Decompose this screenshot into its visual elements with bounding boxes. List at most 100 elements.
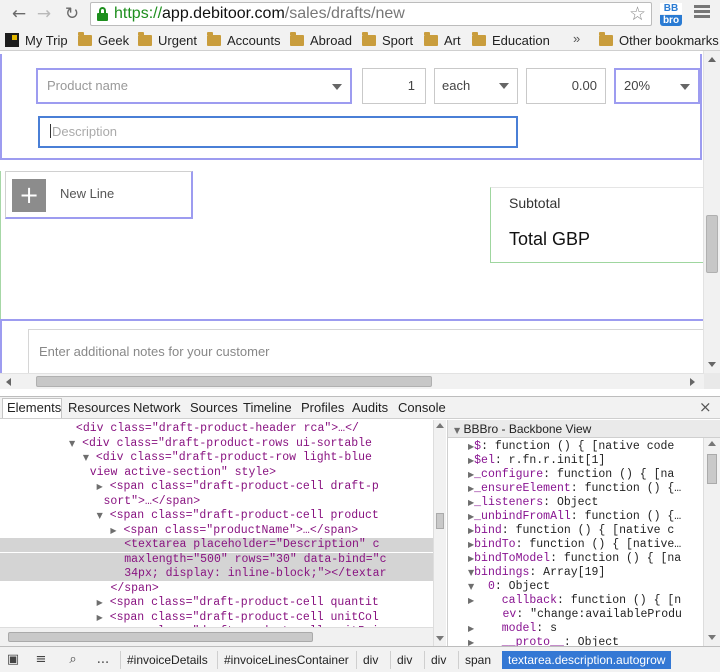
dom-node-line[interactable]: ▶ <span class="productName">…</span> [0, 524, 433, 538]
breadcrumb-item[interactable]: #invoiceDetails [120, 651, 214, 669]
dom-node-markup: <span class="draft-product-cell quantit [109, 596, 379, 609]
scroll-right-arrow-icon[interactable] [690, 378, 695, 386]
dom-node-line[interactable]: ▶ <span class="draft-product-cell unitCo… [0, 611, 433, 625]
reload-icon[interactable]: ↻ [61, 3, 83, 25]
scroll-left-arrow-icon[interactable] [6, 378, 11, 386]
close-icon[interactable]: × [699, 398, 712, 416]
dom-node-line[interactable]: ▶ <span class="draft-product-cell quanti… [0, 596, 433, 610]
breadcrumb-item-active[interactable]: textarea.description.autogrow [502, 651, 672, 669]
bookmark-star-icon[interactable]: ☆ [629, 3, 646, 25]
bookmark-folder-education[interactable]: Education [472, 32, 550, 49]
tab-profiles[interactable]: Profiles [301, 400, 344, 416]
dom-node-line[interactable]: view active-section" style> [0, 466, 433, 480]
notes-textarea[interactable]: Enter additional notes for your customer [28, 329, 704, 373]
quantity-input[interactable]: 1 [362, 68, 426, 104]
dom-node-line[interactable]: ▼ <div class="draft-product-rows ui-sort… [0, 437, 433, 451]
dock-icon[interactable]: ▣ [2, 651, 24, 669]
dom-node-markup: view active-section" style> [89, 465, 277, 479]
unit-price-input[interactable]: 0.00 [526, 68, 606, 104]
scroll-down-arrow-icon[interactable] [708, 635, 716, 640]
dom-node-line[interactable]: sort">…</span> [0, 495, 433, 509]
bookmark-folder-accounts[interactable]: Accounts [207, 32, 280, 49]
page-vertical-scrollbar[interactable] [703, 51, 720, 373]
breadcrumb-more[interactable]: ... [92, 651, 114, 669]
breadcrumb-item[interactable]: span [458, 651, 497, 669]
scroll-up-arrow-icon[interactable] [708, 441, 716, 446]
bookmark-folder-geek[interactable]: Geek [78, 32, 129, 49]
scroll-thumb[interactable] [36, 376, 432, 387]
breadcrumb-item[interactable]: #invoiceLinesContainer [217, 651, 355, 669]
scroll-thumb[interactable] [436, 513, 444, 529]
dom-node-line[interactable]: ▼ <span class="draft-product-cell produc… [0, 509, 433, 523]
dom-node-line[interactable]: maxlength="500" rows="30" data-bind="c [0, 552, 433, 567]
property-line[interactable]: ev: "change:availableProdu [468, 608, 682, 622]
url-text[interactable]: https://app.debitoor.com/sales/drafts/ne… [114, 5, 405, 23]
property-line[interactable]: ▼bindings: Array[19] [468, 566, 605, 580]
bookmark-folder-abroad[interactable]: Abroad [290, 32, 352, 49]
property-line[interactable]: ▶ __proto__: Object [468, 636, 619, 646]
scroll-down-arrow-icon[interactable] [436, 636, 444, 641]
vat-rate-select[interactable]: 20% [614, 68, 700, 104]
bookmark-folder-art[interactable]: Art [424, 32, 461, 49]
scroll-thumb[interactable] [8, 632, 313, 642]
page-horizontal-scrollbar[interactable] [0, 373, 720, 389]
bookmark-folder-sport[interactable]: Sport [362, 32, 413, 49]
dom-tree-horizontal-scrollbar[interactable] [0, 627, 433, 646]
address-bar[interactable]: https://app.debitoor.com/sales/drafts/ne… [90, 2, 652, 26]
scroll-down-arrow-icon[interactable] [708, 362, 716, 367]
search-icon[interactable]: ⌕ [62, 651, 84, 669]
breadcrumb-item[interactable]: div [424, 651, 452, 669]
extension-badge-top: BB [660, 3, 682, 14]
scroll-thumb[interactable] [707, 454, 717, 484]
bookmark-my-trip[interactable]: My Trip [5, 32, 68, 49]
property-line[interactable]: ▶bindTo: function () { [native… [468, 538, 681, 552]
unit-select[interactable]: each [434, 68, 518, 104]
tab-sources[interactable]: Sources [190, 400, 238, 416]
bbbro-extension-icon[interactable]: BB bro [660, 3, 682, 26]
dom-node-line[interactable]: </span> [0, 582, 433, 596]
scroll-up-arrow-icon[interactable] [436, 423, 444, 428]
tab-resources[interactable]: Resources [68, 400, 130, 416]
tab-elements[interactable]: Elements [7, 400, 61, 416]
property-line[interactable]: ▶bindToModel: function () { [na [468, 552, 681, 566]
console-drawer-icon[interactable]: ≡ [30, 651, 52, 669]
property-line[interactable]: ▶ callback: function () { [n [468, 594, 681, 608]
description-textarea[interactable]: Description [38, 116, 518, 148]
tab-console[interactable]: Console [398, 400, 446, 416]
forward-arrow-icon[interactable]: → [33, 3, 55, 25]
property-line[interactable]: ▶_configure: function () { [na [468, 468, 674, 482]
scroll-thumb[interactable] [706, 215, 718, 273]
product-name-select[interactable]: Product name [36, 68, 352, 104]
bookmark-folder-urgent[interactable]: Urgent [138, 32, 197, 49]
scrollbar-corner [704, 373, 720, 389]
property-line[interactable]: ▼ 0: Object [468, 580, 550, 594]
property-line[interactable]: ▶_listeners: Object [468, 496, 598, 510]
property-line[interactable]: ▶$: function () { [native code [468, 440, 674, 454]
dom-tree-scrollbar[interactable] [433, 420, 446, 646]
property-line[interactable]: ▶$el: r.fn.r.init[1] [468, 454, 605, 468]
tab-audits[interactable]: Audits [352, 400, 388, 416]
property-line[interactable]: ▶bind: function () { [native c [468, 524, 674, 538]
side-panel-header[interactable]: ▼ BBBro - Backbone View [448, 420, 720, 438]
property-line[interactable]: ▶_unbindFromAll: function () {… [468, 510, 681, 524]
dom-node-line[interactable]: ▶ <span class="draft-product-cell draft-… [0, 480, 433, 494]
new-line-button[interactable]: + New Line [5, 171, 193, 219]
scroll-up-arrow-icon[interactable] [708, 57, 716, 62]
tab-timeline[interactable]: Timeline [243, 400, 292, 416]
tab-network[interactable]: Network [133, 400, 181, 416]
dom-node-line[interactable]: <textarea placeholder="Description" c [0, 538, 433, 552]
dom-node-markup: 34px; display: inline-block;"></textar [124, 567, 387, 580]
breadcrumb-item[interactable]: div [356, 651, 384, 669]
property-line[interactable]: ▶ model: s [468, 622, 557, 636]
property-line[interactable]: ▶_ensureElement: function () {… [468, 482, 681, 496]
dom-node-line[interactable]: ▼ <div class="draft-product-row light-bl… [0, 451, 433, 465]
browser-menu-icon[interactable] [694, 5, 710, 21]
back-arrow-icon[interactable]: ← [8, 3, 30, 25]
side-panel-scrollbar[interactable] [703, 438, 720, 646]
breadcrumb-item[interactable]: div [390, 651, 418, 669]
dom-node-line[interactable]: 34px; display: inline-block;"></textar [0, 567, 433, 581]
bookmarks-overflow-chevron[interactable]: » [573, 30, 580, 47]
dom-node-line[interactable]: <div class="draft-product-header rca">…<… [0, 422, 433, 436]
bookmark-folder-other[interactable]: Other bookmarks [599, 32, 719, 49]
